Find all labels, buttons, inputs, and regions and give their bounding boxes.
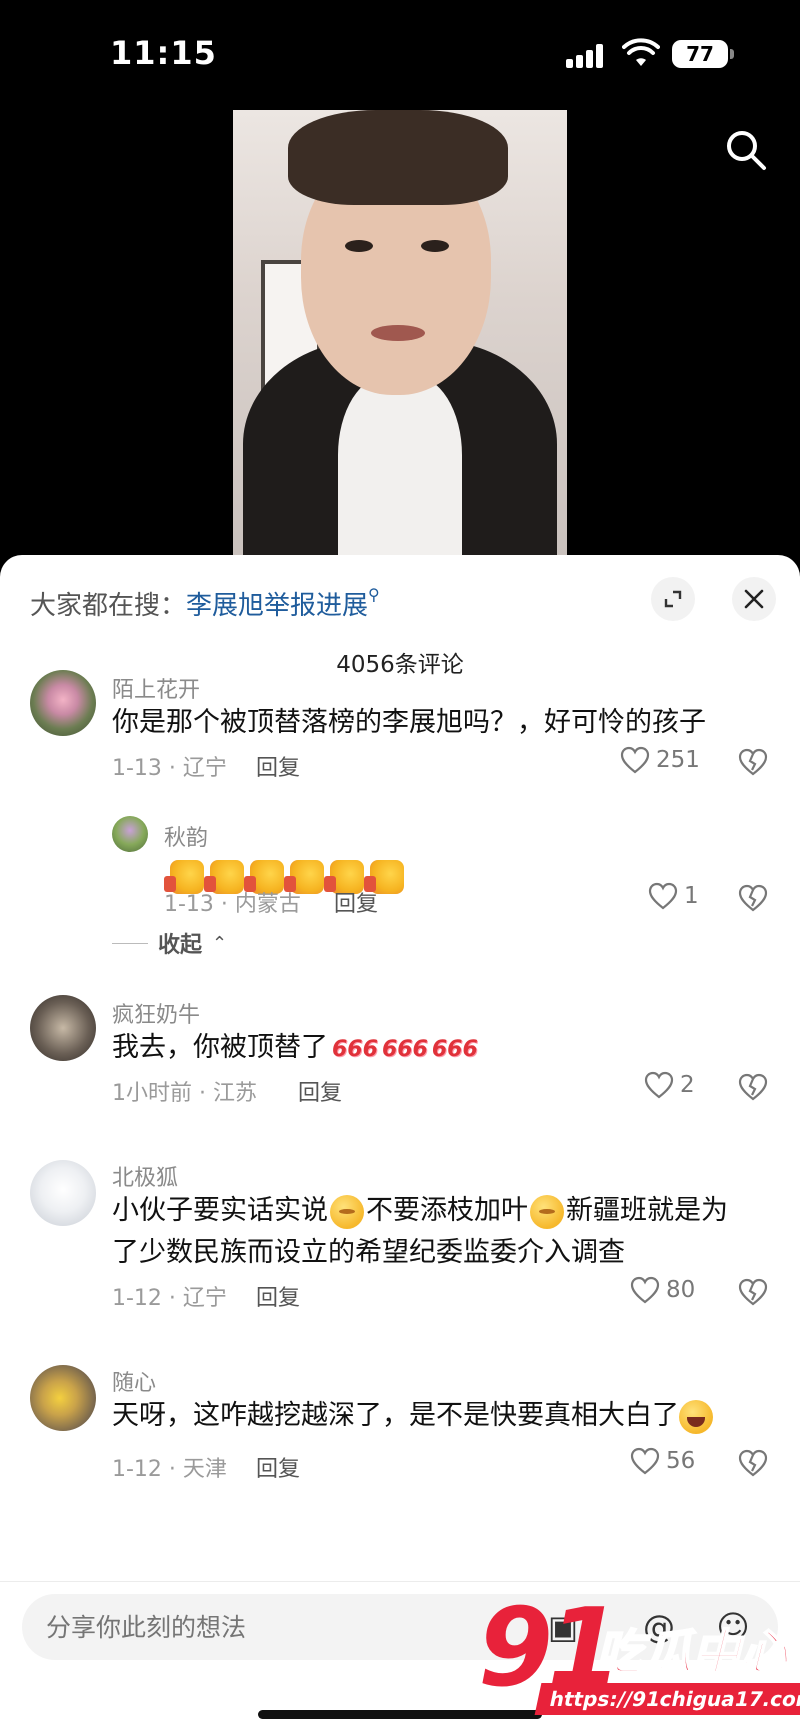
status-bar: 11:15 77: [0, 0, 800, 100]
face-emoji: [530, 1194, 564, 1229]
signal-icon: [566, 44, 606, 68]
comment-text: 小伙子要实话实说 不要添枝加叶 新疆班就是为 了少数民族而设立的希望纪委监委介入调查: [112, 1194, 728, 1268]
like-button[interactable]: 2: [644, 1071, 695, 1099]
reply-button[interactable]: 回复: [256, 1280, 300, 1312]
watermark-text: 吃瓜中心: [595, 1624, 789, 1682]
expand-button[interactable]: [651, 577, 695, 621]
emoji-666: 666: [431, 1037, 478, 1062]
reply-button[interactable]: 回复: [298, 1075, 342, 1107]
heart-icon: [648, 882, 678, 910]
comment-meta: 1-13 · 辽宁: [112, 756, 227, 781]
chevron-up-icon: ⌃: [212, 932, 228, 954]
collapse-replies-button[interactable]: 收起 ⌃: [112, 927, 227, 959]
battery-icon: 77: [672, 40, 734, 68]
avatar[interactable]: [30, 1365, 96, 1431]
hot-search[interactable]: 大家都在搜：李展旭举报进展⚲: [30, 585, 380, 622]
comment-username[interactable]: 疯狂奶牛: [112, 997, 200, 1029]
comments-sheet: 大家都在搜：李展旭举报进展⚲ 4056条评论 陌上花开 你是那个被顶替落榜的李展…: [0, 555, 800, 1734]
heart-icon: [644, 1071, 674, 1099]
heart-icon: [630, 1276, 660, 1304]
video-frame[interactable]: [233, 110, 567, 555]
reply-button[interactable]: 回复: [256, 750, 300, 782]
dislike-icon[interactable]: [738, 1449, 768, 1477]
avatar[interactable]: [30, 995, 96, 1061]
like-count: 1: [684, 883, 699, 909]
comment-username[interactable]: 随心: [112, 1365, 156, 1397]
comment-username[interactable]: 北极狐: [112, 1160, 178, 1192]
comment-meta: 1-12 · 辽宁: [112, 1286, 227, 1311]
watermark-logo: 91 吃瓜中心 https://91chigua17.com: [478, 1595, 800, 1720]
status-time: 11:15: [110, 34, 217, 72]
comment-text: 我去，你被顶替了 666 666 666: [112, 1027, 478, 1071]
avatar[interactable]: [112, 816, 148, 852]
like-count: 251: [656, 747, 700, 773]
comment-input[interactable]: [46, 1594, 496, 1660]
like-button[interactable]: 251: [620, 746, 700, 774]
laughing-emoji: [679, 1399, 713, 1434]
comment-item: 随心 天呀，这咋越挖越深了，是不是快要真相大白了 1-12 · 天津 回复 56: [0, 1365, 800, 1505]
reply-username[interactable]: 秋韵: [164, 820, 208, 852]
emoji-666: 666: [332, 1037, 378, 1062]
battery-level: 77: [686, 42, 714, 66]
comment-item: 疯狂奶牛 我去，你被顶替了 666 666 666 1小时前 · 江苏 回复 2: [0, 995, 800, 1135]
dislike-icon[interactable]: [738, 884, 768, 912]
reply-meta: 1-13 · 内蒙古: [164, 892, 301, 917]
like-button[interactable]: 56: [630, 1447, 695, 1475]
hot-search-label: 大家都在搜：: [30, 591, 187, 621]
close-button[interactable]: [732, 577, 776, 621]
avatar[interactable]: [30, 1160, 96, 1226]
like-button[interactable]: 1: [648, 882, 699, 910]
avatar[interactable]: [30, 670, 96, 736]
like-count: 80: [666, 1277, 696, 1303]
comment-meta: 1-12 · 天津: [112, 1457, 227, 1482]
search-small-icon: ⚲: [368, 585, 380, 604]
dislike-icon[interactable]: [738, 748, 768, 776]
comment-item: 北极狐 小伙子要实话实说 不要添枝加叶 新疆班就是为 了少数民族而设立的希望纪委监委介…: [0, 1160, 800, 1340]
reply-button[interactable]: 回复: [334, 886, 378, 918]
collapse-label: 收起: [158, 933, 203, 958]
close-icon: [744, 589, 764, 609]
like-count: 2: [680, 1072, 695, 1098]
expand-icon: [664, 590, 682, 608]
heart-icon: [620, 746, 650, 774]
reply-button[interactable]: 回复: [256, 1451, 300, 1483]
video-player[interactable]: [0, 100, 800, 555]
like-count: 56: [666, 1448, 696, 1474]
heart-icon: [630, 1447, 660, 1475]
dislike-icon[interactable]: [738, 1073, 768, 1101]
face-emoji: [330, 1194, 364, 1229]
watermark-url: https://91chigua17.com: [534, 1683, 800, 1715]
reply-item: 秋韵 1-13 · 内蒙古 回复 1: [0, 816, 800, 936]
wifi-icon: [622, 38, 660, 66]
search-icon[interactable]: [724, 128, 768, 172]
hot-search-link[interactable]: 李展旭举报进展: [186, 591, 368, 621]
like-button[interactable]: 80: [630, 1276, 695, 1304]
dislike-icon[interactable]: [738, 1278, 768, 1306]
comment-username[interactable]: 陌上花开: [112, 672, 200, 704]
comment-meta: 1小时前 · 江苏: [112, 1081, 257, 1106]
emoji-666: 666: [381, 1037, 428, 1062]
comment-text: 天呀，这咋越挖越深了，是不是快要真相大白了: [112, 1395, 713, 1437]
comment-text: 你是那个被顶替落榜的李展旭吗？，好可怜的孩子: [112, 707, 706, 738]
